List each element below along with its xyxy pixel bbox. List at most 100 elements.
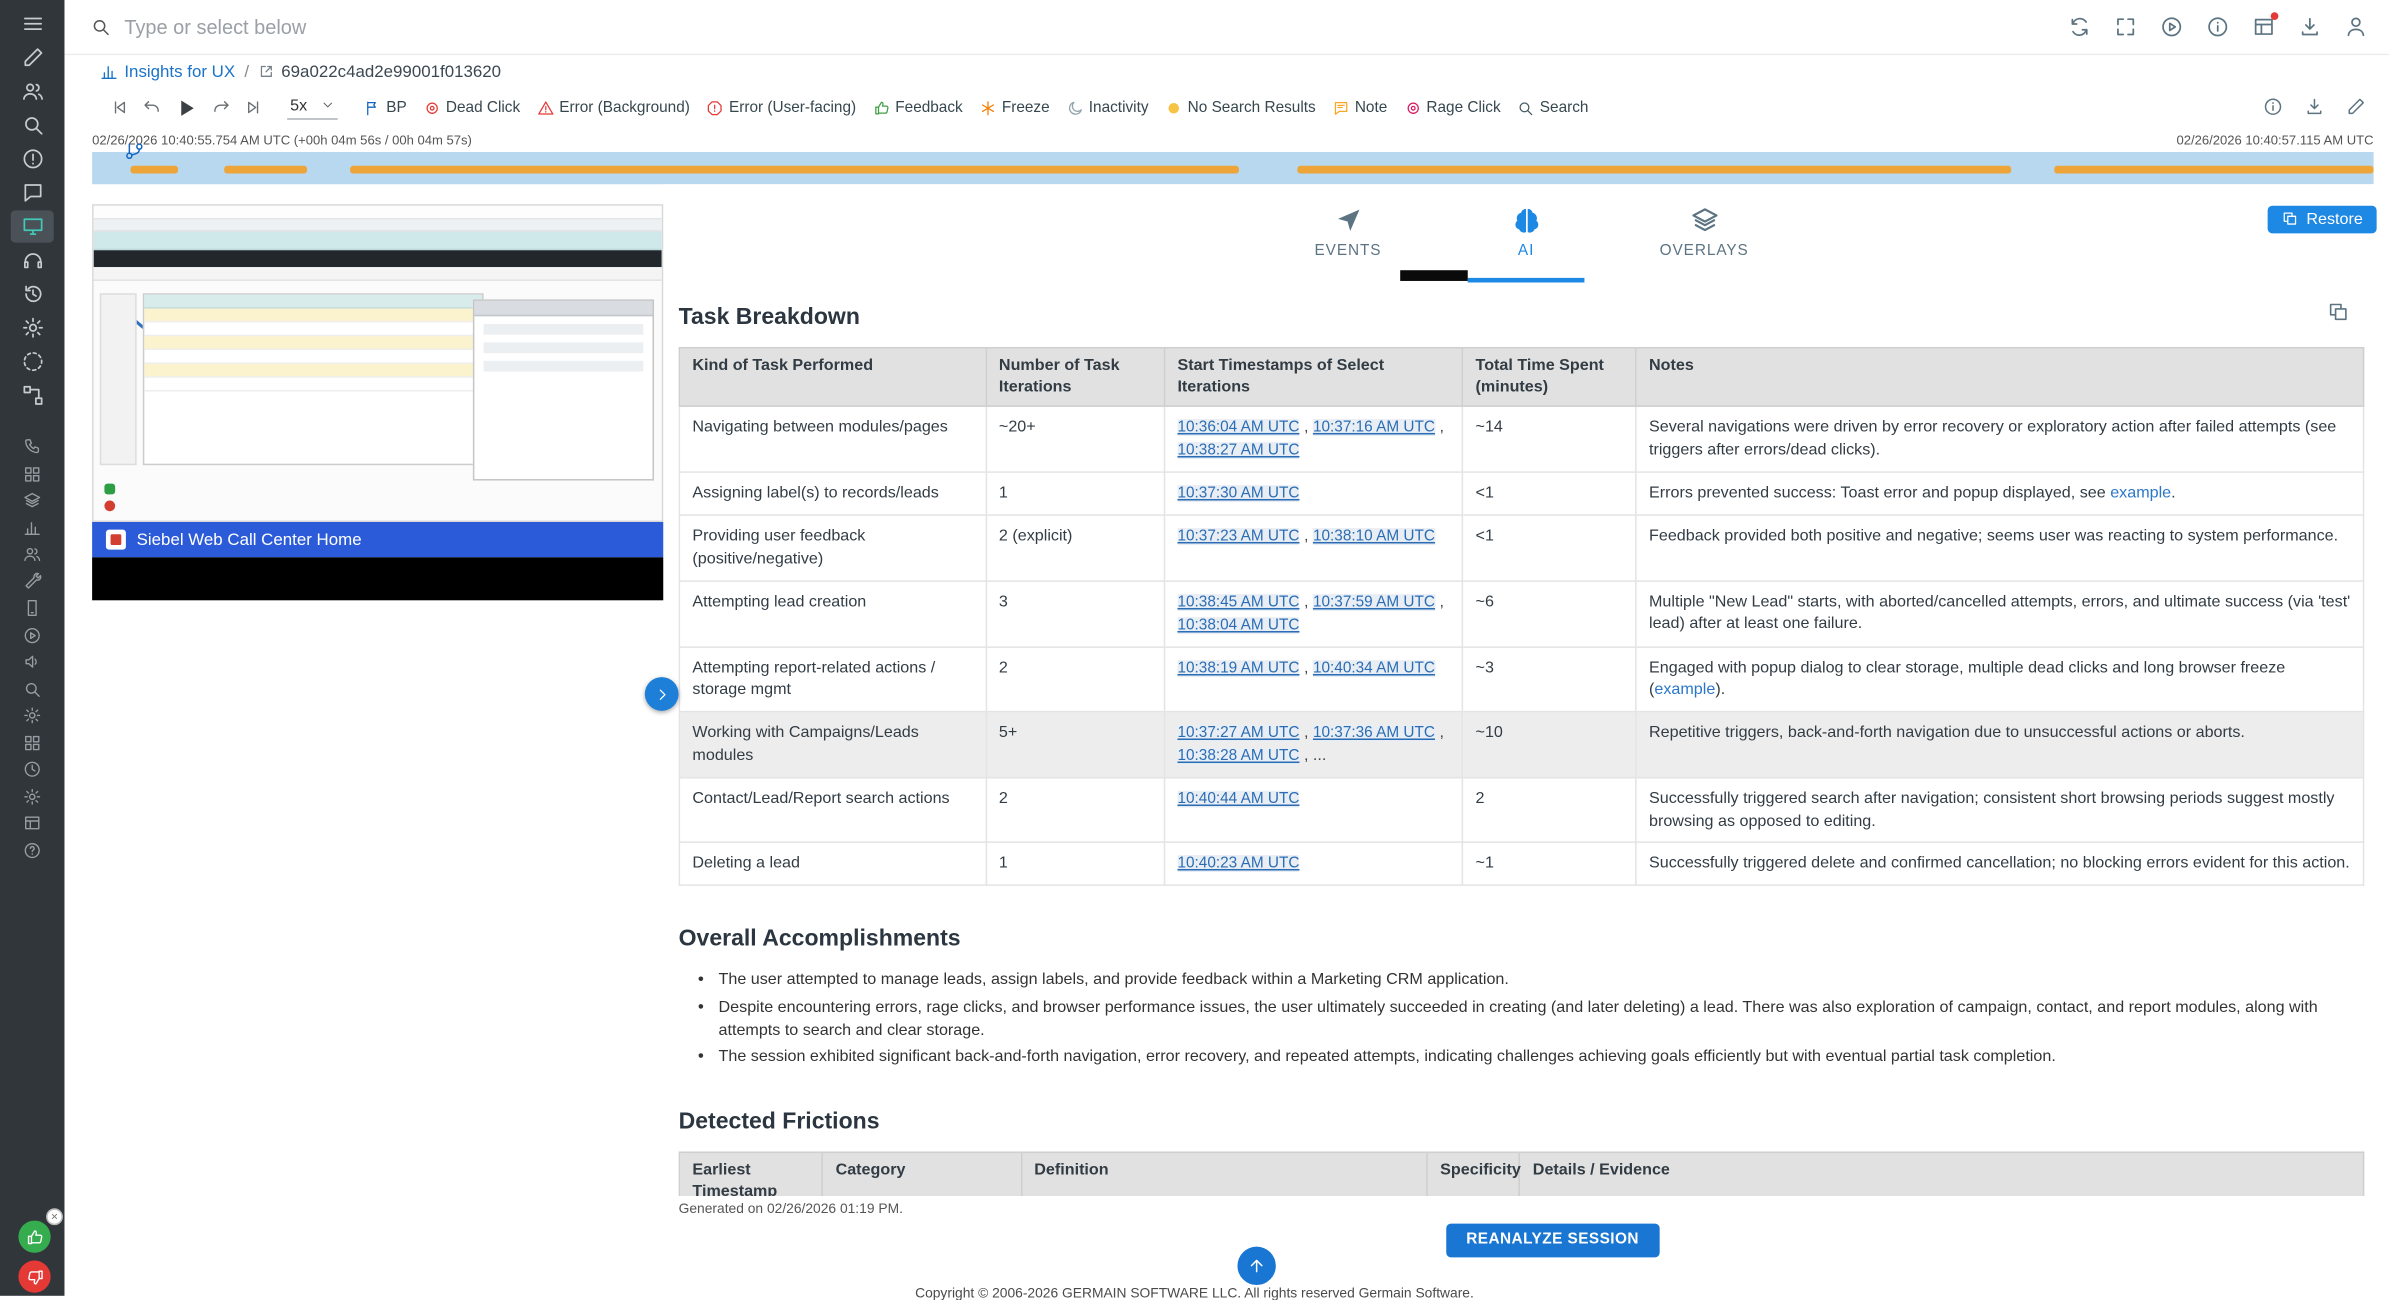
sidebar-settings-icon[interactable] — [11, 312, 54, 344]
timestamp-link[interactable]: 10:40:44 AM UTC — [1177, 790, 1300, 808]
sidebar-analytics-icon[interactable] — [11, 515, 54, 540]
sidebar-preferences-icon[interactable] — [11, 784, 54, 809]
feedback-negative-button[interactable] — [18, 1260, 51, 1293]
info-icon[interactable] — [2263, 96, 2286, 119]
skip-to-start-button[interactable] — [111, 98, 129, 116]
legend-error-user-facing[interactable]: Error (User-facing) — [707, 99, 856, 116]
devices-icon[interactable] — [2252, 12, 2279, 38]
sidebar-alerts-icon[interactable] — [11, 143, 54, 175]
tab-overlays[interactable]: OVERLAYS — [1646, 206, 1763, 283]
timestamp-link[interactable]: 10:38:04 AM UTC — [1177, 616, 1300, 634]
skip-to-end-button[interactable] — [244, 98, 262, 116]
edit-icon[interactable] — [2346, 96, 2369, 119]
sidebar-support-icon[interactable] — [11, 244, 54, 276]
report-scroll-area[interactable]: Task Breakdown Kind of Task Performed Num… — [678, 282, 2365, 1196]
sidebar-automation-icon[interactable] — [11, 379, 54, 411]
sidebar-annotate-icon[interactable] — [11, 41, 54, 73]
tab-events[interactable]: EVENTS — [1290, 206, 1407, 283]
example-link[interactable]: example — [1654, 681, 1715, 699]
timestamp-link[interactable]: 10:38:27 AM UTC — [1177, 442, 1300, 460]
sidebar-audio-icon[interactable] — [11, 649, 54, 674]
reanalyze-session-button[interactable]: REANALYZE SESSION — [1446, 1223, 1659, 1258]
example-link[interactable]: example — [2110, 484, 2171, 502]
timeline-bar[interactable] — [92, 143, 2374, 185]
expand-panel-button[interactable] — [644, 677, 679, 711]
legend-search[interactable]: Search — [1518, 99, 1588, 116]
timestamp-link[interactable]: 10:37:30 AM UTC — [1177, 485, 1300, 503]
task-time-cell: 2 — [1461, 776, 1637, 844]
global-search-input[interactable] — [124, 15, 2069, 39]
task-row: Deleting a lead 1 10:40:23 AM UTC ~1 Success… — [678, 841, 2365, 887]
task-row: Providing user feedback (positive/negati… — [678, 514, 2365, 582]
account-icon[interactable] — [2344, 15, 2367, 38]
feedback-positive-button[interactable] — [18, 1220, 51, 1253]
restore-button[interactable]: Restore — [2267, 205, 2377, 234]
legend-freeze[interactable]: Freeze — [980, 99, 1050, 116]
timestamp-link[interactable]: 10:36:04 AM UTC — [1177, 419, 1300, 437]
legend-inactivity[interactable]: Inactivity — [1067, 99, 1149, 116]
timestamp-link[interactable]: 10:40:34 AM UTC — [1312, 659, 1435, 677]
tab-ai[interactable]: AI — [1467, 206, 1585, 283]
sidebar-apps-icon[interactable] — [11, 461, 54, 486]
sidebar-schedule-icon[interactable] — [11, 757, 54, 782]
sidebar-comments-icon[interactable] — [11, 177, 54, 209]
session-screenshot[interactable] — [92, 204, 664, 523]
timestamp-link[interactable]: 10:37:16 AM UTC — [1312, 419, 1435, 437]
timestamp-link[interactable]: 10:37:59 AM UTC — [1312, 593, 1435, 611]
scroll-to-top-button[interactable] — [1237, 1246, 1276, 1286]
timestamp-link[interactable]: 10:40:23 AM UTC — [1177, 855, 1300, 873]
sidebar-history-icon[interactable] — [11, 278, 54, 310]
sidebar-tools-icon[interactable] — [11, 569, 54, 594]
sync-icon[interactable] — [2068, 15, 2091, 38]
legend-rage-click[interactable]: Rage Click — [1404, 99, 1501, 116]
timestamp-link[interactable]: 10:38:28 AM UTC — [1177, 747, 1300, 765]
legend-dead-click[interactable]: Dead Click — [424, 99, 520, 116]
sidebar-find-icon[interactable] — [11, 676, 54, 701]
sidebar-selection-icon[interactable] — [11, 345, 54, 377]
timestamp-link[interactable]: 10:37:23 AM UTC — [1177, 528, 1300, 546]
sidebar-layers-icon[interactable] — [11, 488, 54, 513]
play-session-icon[interactable] — [2160, 15, 2183, 38]
feedback-dismiss-button[interactable]: × — [46, 1208, 63, 1226]
timeline-activity-segment[interactable] — [349, 165, 1240, 173]
download-icon[interactable] — [2298, 15, 2321, 38]
timestamp-link[interactable]: 10:38:45 AM UTC — [1177, 593, 1300, 611]
sidebar-search-icon[interactable] — [11, 109, 54, 141]
step-forward-button[interactable] — [212, 98, 230, 116]
sidebar-board-icon[interactable] — [11, 811, 54, 836]
sidebar-phone-icon[interactable] — [11, 434, 54, 459]
timeline-activity-segment[interactable] — [130, 165, 179, 173]
legend-error-background[interactable]: Error (Background) — [537, 99, 690, 116]
timeline-activity-segment[interactable] — [224, 165, 307, 173]
legend-bp[interactable]: BP — [364, 99, 407, 116]
fullscreen-icon[interactable] — [2114, 15, 2137, 38]
breadcrumb-app-link[interactable]: Insights for UX — [100, 62, 235, 81]
play-button[interactable] — [175, 96, 198, 119]
info-icon[interactable] — [2206, 15, 2229, 38]
sidebar-recordings-icon[interactable] — [11, 623, 54, 648]
speed-select[interactable]: 5x — [287, 96, 338, 119]
download-report-icon[interactable] — [2304, 96, 2327, 119]
sidebar-session-replay-icon[interactable] — [10, 210, 54, 243]
sidebar-mobile-icon[interactable] — [11, 596, 54, 621]
timestamp-link[interactable]: 10:38:19 AM UTC — [1177, 659, 1300, 677]
step-back-button[interactable] — [143, 98, 161, 116]
sidebar-menu-icon[interactable] — [11, 8, 54, 40]
sidebar-users-icon[interactable] — [11, 75, 54, 107]
sidebar-modules-icon[interactable] — [11, 730, 54, 755]
timestamp-link[interactable]: 10:38:10 AM UTC — [1312, 528, 1435, 546]
sidebar-team-icon[interactable] — [11, 542, 54, 567]
timestamp-link[interactable]: 10:37:36 AM UTC — [1312, 724, 1435, 742]
timestamp-link[interactable]: 10:37:27 AM UTC — [1177, 724, 1300, 742]
legend-feedback[interactable]: Feedback — [873, 99, 963, 116]
sidebar-config-icon[interactable] — [11, 703, 54, 728]
legend-no-search-results[interactable]: No Search Results — [1165, 99, 1316, 116]
tabs-scrollbar-thumb[interactable] — [1400, 270, 1468, 281]
timeline-activity-segment[interactable] — [2054, 165, 2374, 173]
legend-note[interactable]: Note — [1333, 99, 1387, 116]
task-table-head-row: Kind of Task Performed Number of Task Ite… — [678, 346, 2365, 408]
task-row: Contact/Lead/Report search actions 2 10:40… — [678, 776, 2365, 844]
branch-marker-icon[interactable] — [124, 141, 144, 161]
sidebar-help-icon[interactable] — [11, 838, 54, 863]
timeline-activity-segment[interactable] — [1296, 165, 2011, 173]
